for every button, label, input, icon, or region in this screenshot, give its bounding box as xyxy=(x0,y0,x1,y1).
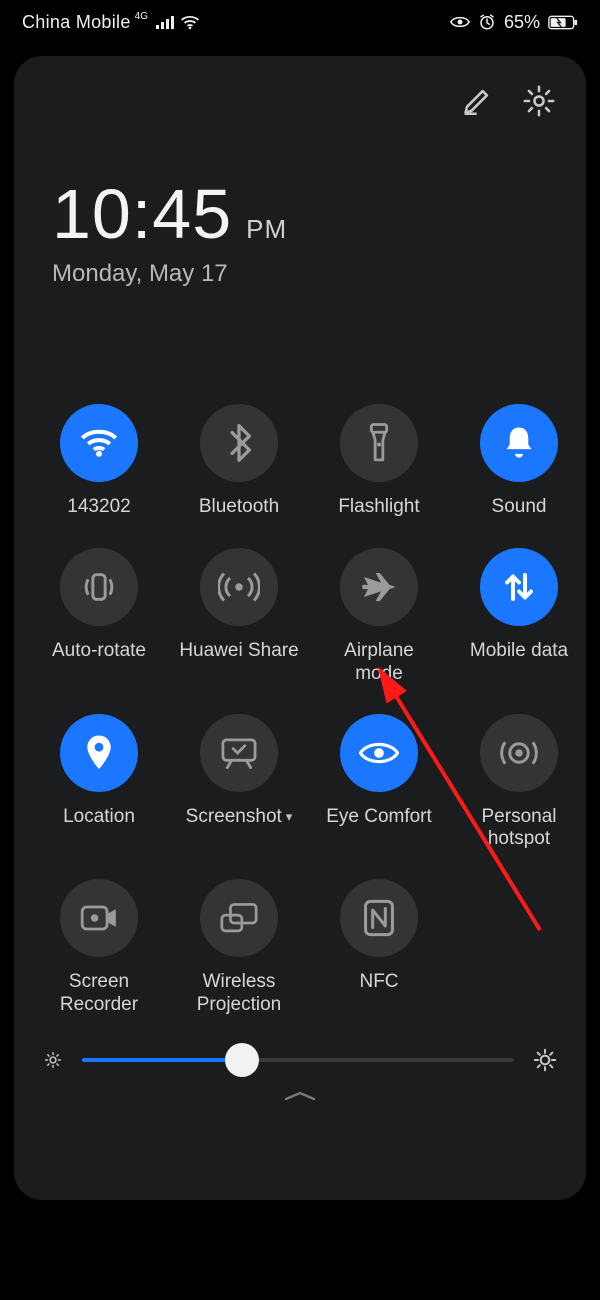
edit-icon[interactable] xyxy=(460,84,494,118)
eye-status-icon xyxy=(450,15,470,29)
rotate-icon xyxy=(79,568,119,606)
panel-top-actions xyxy=(38,78,562,118)
tile-label-screenrecorder: Screen Recorder xyxy=(60,971,138,1017)
broadcast-icon xyxy=(218,570,260,604)
tile-hotspot: Personal hotspot xyxy=(458,714,580,852)
hotspot-icon xyxy=(499,733,539,773)
tile-screenshot: Screenshot▾ xyxy=(178,714,300,852)
nfc-icon xyxy=(363,899,395,937)
tile-label-hotspot: Personal hotspot xyxy=(482,806,557,852)
tile-bluetooth: Bluetooth xyxy=(178,404,300,520)
wifi-status-icon xyxy=(180,15,200,30)
bluetooth-icon xyxy=(226,424,252,462)
quick-tiles-grid: 143202 Bluetooth Flashlight Sound Auto-rotat… xyxy=(38,404,562,1017)
brightness-slider[interactable] xyxy=(82,1045,514,1075)
tile-screenrecorder: Screen Recorder xyxy=(38,879,160,1017)
chevron-down-icon[interactable]: ▾ xyxy=(286,809,293,825)
tile-autorotate: Auto-rotate xyxy=(38,548,160,686)
time-text: 10:45 xyxy=(52,174,232,254)
tile-location: Location xyxy=(38,714,160,852)
tile-button-autorotate[interactable] xyxy=(60,548,138,626)
tile-button-flashlight[interactable] xyxy=(340,404,418,482)
drag-handle-icon[interactable] xyxy=(38,1089,562,1103)
tile-button-hotspot[interactable] xyxy=(480,714,558,792)
tile-button-location[interactable] xyxy=(60,714,138,792)
tile-flashlight: Flashlight xyxy=(318,404,440,520)
battery-percent: 65% xyxy=(504,12,540,33)
signal-icon xyxy=(156,15,174,29)
tile-label-nfc: NFC xyxy=(359,971,398,995)
cast-icon xyxy=(219,902,259,934)
quick-settings-panel: 10:45 PM Monday, May 17 143202 Bluetooth F… xyxy=(14,56,586,1200)
tile-label-location: Location xyxy=(63,806,135,830)
network-badge: 4G xyxy=(135,11,148,22)
tile-button-mobiledata[interactable] xyxy=(480,548,558,626)
tile-eyecomfort: Eye Comfort xyxy=(318,714,440,852)
tile-nfc: NFC xyxy=(318,879,440,1017)
tile-label-wirelessproj: Wireless Projection xyxy=(197,971,282,1017)
tile-sound: Sound xyxy=(458,404,580,520)
tile-wirelessproj: Wireless Projection xyxy=(178,879,300,1017)
alarm-status-icon xyxy=(478,13,496,31)
tile-mobiledata: Mobile data xyxy=(458,548,580,686)
tile-button-wirelessproj[interactable] xyxy=(200,879,278,957)
flashlight-icon xyxy=(366,423,392,463)
tile-button-wifi[interactable] xyxy=(60,404,138,482)
wifi-icon xyxy=(79,427,119,459)
tile-label-screenshot: Screenshot▾ xyxy=(186,806,293,830)
pin-icon xyxy=(84,734,114,772)
tile-wifi: 143202 xyxy=(38,404,160,520)
screenshot-icon xyxy=(220,736,258,770)
tile-label-huaweishare: Huawei Share xyxy=(179,640,298,664)
tile-button-sound[interactable] xyxy=(480,404,558,482)
carrier-label: China Mobile xyxy=(22,12,131,33)
tile-label-mobiledata: Mobile data xyxy=(470,640,568,664)
tile-label-bluetooth: Bluetooth xyxy=(199,496,279,520)
tile-huaweishare: Huawei Share xyxy=(178,548,300,686)
tile-button-huaweishare[interactable] xyxy=(200,548,278,626)
brightness-high-icon xyxy=(532,1047,558,1073)
status-left: China Mobile 4G xyxy=(22,12,200,33)
gear-icon[interactable] xyxy=(522,84,556,118)
clock-area: 10:45 PM Monday, May 17 xyxy=(38,174,562,288)
tile-label-wifi: 143202 xyxy=(67,496,130,520)
tile-label-flashlight: Flashlight xyxy=(338,496,419,520)
tile-label-airplane: Airplane mode xyxy=(344,640,414,686)
status-right: 65% xyxy=(450,12,578,33)
record-icon xyxy=(80,904,118,932)
tile-airplane: Airplane mode xyxy=(318,548,440,686)
status-bar: China Mobile 4G 65% xyxy=(0,0,600,44)
ampm-text: PM xyxy=(246,214,287,245)
brightness-low-icon xyxy=(42,1049,64,1071)
plane-icon xyxy=(359,567,399,607)
eye-icon xyxy=(359,739,399,767)
bell-icon xyxy=(502,424,536,462)
tile-button-eyecomfort[interactable] xyxy=(340,714,418,792)
tile-label-eyecomfort: Eye Comfort xyxy=(326,806,432,830)
tile-label-autorotate: Auto-rotate xyxy=(52,640,146,664)
phone-frame: China Mobile 4G 65% xyxy=(0,0,600,1300)
tile-button-airplane[interactable] xyxy=(340,548,418,626)
battery-icon xyxy=(548,15,578,30)
updown-icon xyxy=(502,569,536,605)
tile-button-screenrecorder[interactable] xyxy=(60,879,138,957)
date-text: Monday, May 17 xyxy=(52,260,562,288)
tile-label-sound: Sound xyxy=(492,496,547,520)
tile-button-bluetooth[interactable] xyxy=(200,404,278,482)
tile-button-screenshot[interactable] xyxy=(200,714,278,792)
tile-button-nfc[interactable] xyxy=(340,879,418,957)
brightness-row xyxy=(38,1045,562,1075)
